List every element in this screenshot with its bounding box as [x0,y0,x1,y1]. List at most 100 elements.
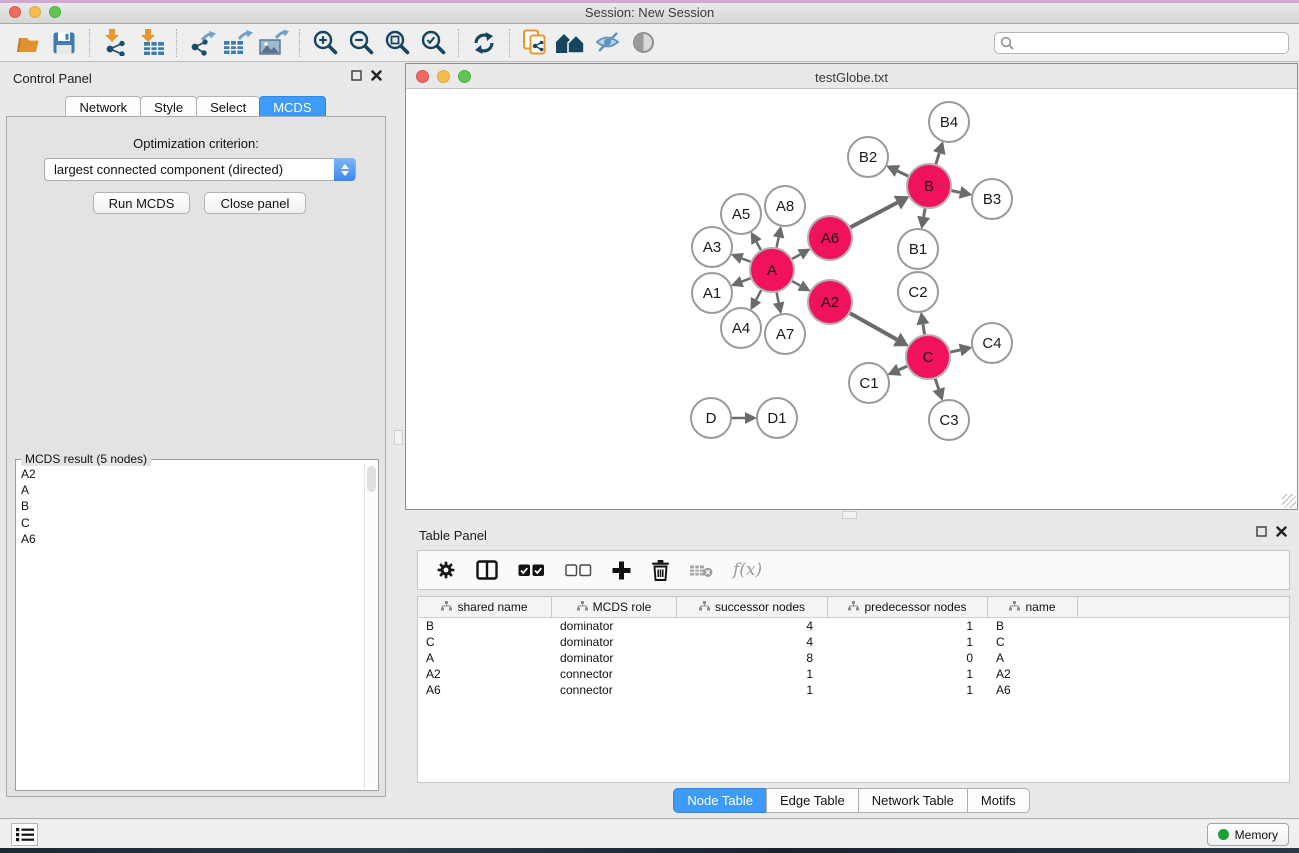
delete-table-icon[interactable] [690,563,713,578]
float-panel-icon[interactable] [351,70,362,81]
table-cell[interactable]: 4 [677,634,828,650]
close-panel-button[interactable]: Close panel [204,192,306,214]
table-cell[interactable]: 1 [677,666,828,682]
result-item[interactable]: A6 [21,531,363,547]
search-input[interactable] [994,32,1289,54]
graph-edge-A6-B[interactable] [850,203,897,228]
table-row[interactable]: Cdominator41C [418,634,1289,650]
network-overview-icon[interactable] [553,26,589,60]
zoom-selected-icon[interactable] [415,26,451,60]
result-item[interactable]: C [21,515,363,531]
graph-node-B1[interactable]: B1 [897,228,939,270]
result-scrollbar[interactable] [364,464,377,789]
graph-node-A2[interactable]: A2 [807,279,853,325]
horizontal-splitter-grip[interactable] [842,511,857,519]
tab-edge-table[interactable]: Edge Table [766,788,859,813]
zoom-fit-icon[interactable] [379,26,415,60]
close-table-panel-icon[interactable] [1276,526,1287,537]
add-column-icon[interactable] [612,561,631,580]
table-row[interactable]: A2connector11A2 [418,666,1289,682]
graph-node-C[interactable]: C [905,334,951,380]
table-cell[interactable]: 1 [677,682,828,698]
table-cell[interactable]: dominator [552,618,677,634]
split-view-icon[interactable] [476,560,498,580]
refresh-view-icon[interactable] [466,26,502,60]
table-cell[interactable]: A2 [418,666,552,682]
graph-edge-A-A2[interactable] [792,281,800,285]
table-cell[interactable]: C [418,634,552,650]
function-builder-icon[interactable]: f(x) [733,560,762,580]
graph-node-A7[interactable]: A7 [764,313,806,355]
graph-node-A3[interactable]: A3 [691,226,733,268]
table-cell[interactable]: 1 [828,666,988,682]
graph-edge-A-A8[interactable] [777,237,779,247]
table-cell[interactable]: A6 [418,682,552,698]
graph-edge-B-B3[interactable] [952,191,961,193]
table-cell[interactable]: 0 [828,650,988,666]
window-resize-grip[interactable] [1282,494,1296,508]
graph-node-A4[interactable]: A4 [720,307,762,349]
graph-edge-A-A6[interactable] [792,254,800,258]
graph-edge-A-A5[interactable] [756,242,760,250]
table-row[interactable]: Adominator80A [418,650,1289,666]
save-session-icon[interactable] [46,26,82,60]
graph-edge-C-C2[interactable] [923,324,925,334]
graph-node-A8[interactable]: A8 [764,185,806,227]
graph-edge-C-C4[interactable] [950,350,960,352]
tab-network-table[interactable]: Network Table [858,788,968,813]
graph-edge-A-A4[interactable] [756,290,761,299]
import-network-icon[interactable] [97,26,133,60]
tab-node-table[interactable]: Node Table [673,788,767,813]
network-window-titlebar[interactable]: testGlobe.txt [406,64,1297,89]
graph-node-B[interactable]: B [906,163,952,209]
table-cell[interactable]: A [418,650,552,666]
graph-edge-A2-C[interactable] [850,313,897,339]
run-mcds-button[interactable]: Run MCDS [93,192,190,214]
open-session-icon[interactable] [10,26,46,60]
graph-node-C2[interactable]: C2 [897,271,939,313]
vertical-splitter-grip[interactable] [394,430,403,445]
result-item[interactable]: B [21,498,363,514]
graph-edge-C-C1[interactable] [899,366,907,370]
table-cell[interactable]: 4 [677,618,828,634]
graph-node-A5[interactable]: A5 [720,193,762,235]
import-table-icon[interactable] [133,26,169,60]
column-header-name[interactable]: name [988,597,1078,617]
column-header-MCDS-role[interactable]: MCDS role [552,597,677,617]
graph-edge-C-C3[interactable] [935,379,938,389]
float-table-panel-icon[interactable] [1256,526,1267,537]
graph-edge-A-A3[interactable] [742,258,751,261]
graph-node-A6[interactable]: A6 [807,215,853,261]
graph-edge-B-B2[interactable] [897,171,908,176]
table-cell[interactable]: 1 [828,634,988,650]
table-cell[interactable]: connector [552,666,677,682]
network-canvas[interactable]: AA1A2A3A4A5A6A7A8BB1B2B3B4CC1C2C3C4DD1 [407,89,1296,508]
deselect-all-columns-icon[interactable] [565,563,592,577]
column-header-successor-nodes[interactable]: successor nodes [677,597,828,617]
graph-edge-B-B1[interactable] [924,209,925,217]
zoom-in-icon[interactable] [307,26,343,60]
hide-graphics-details-icon[interactable] [589,26,625,60]
export-network-icon[interactable] [184,26,220,60]
graph-node-C3[interactable]: C3 [928,399,970,441]
table-cell[interactable]: dominator [552,634,677,650]
table-cell[interactable]: 1 [828,618,988,634]
graph-node-A[interactable]: A [749,247,795,293]
graph-node-B4[interactable]: B4 [928,101,970,143]
graph-edge-A-A7[interactable] [777,293,779,303]
task-history-button[interactable] [11,823,38,846]
graph-node-B3[interactable]: B3 [971,178,1013,220]
table-cell[interactable]: C [988,634,1078,650]
result-item[interactable]: A2 [21,466,363,482]
criterion-select[interactable]: largest connected component (directed) [44,158,356,181]
table-cell[interactable]: A2 [988,666,1078,682]
zoom-out-icon[interactable] [343,26,379,60]
graph-node-B2[interactable]: B2 [847,136,889,178]
column-header-predecessor-nodes[interactable]: predecessor nodes [828,597,988,617]
close-panel-icon[interactable] [371,70,382,81]
graph-edge-A-A1[interactable] [742,278,751,281]
export-image-icon[interactable] [256,26,292,60]
table-cell[interactable]: 1 [828,682,988,698]
graph-node-D[interactable]: D [690,397,732,439]
graph-node-A1[interactable]: A1 [691,272,733,314]
